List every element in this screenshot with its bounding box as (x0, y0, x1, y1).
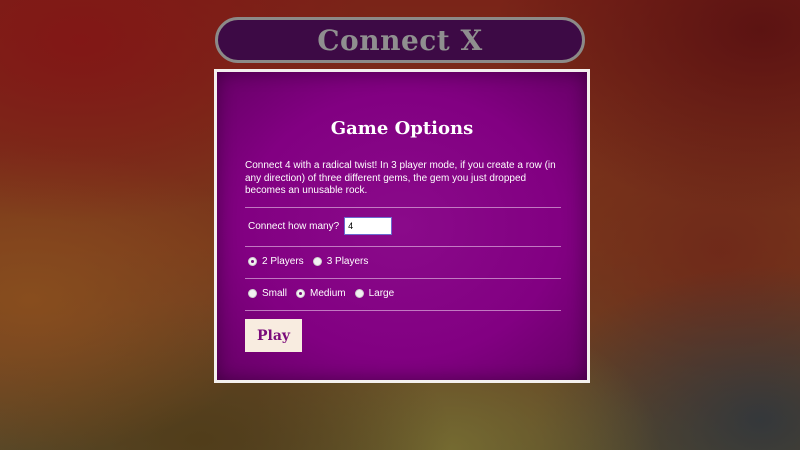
divider (245, 278, 561, 279)
divider (245, 246, 561, 247)
size-large-radio[interactable] (354, 289, 364, 298)
player-count-row: 2 Players 3 Players (248, 256, 377, 267)
connect-count-label: Connect how many? (248, 220, 340, 232)
size-large-label[interactable]: Large (369, 288, 395, 299)
three-players-label[interactable]: 3 Players (327, 256, 369, 267)
options-heading: Game Options (330, 118, 474, 139)
game-options-panel: Game Options Connect 4 with a radical tw… (214, 69, 590, 383)
three-players-radio[interactable] (312, 257, 322, 266)
size-small-label[interactable]: Small (262, 288, 287, 299)
board-size-row: Small Medium Large (248, 288, 403, 299)
game-description: Connect 4 with a radical twist! In 3 pla… (245, 160, 556, 196)
title-bar: Connect X (215, 17, 585, 63)
divider (245, 207, 561, 208)
connect-count-input[interactable] (344, 217, 393, 235)
divider (245, 310, 561, 311)
size-medium-label[interactable]: Medium (310, 288, 346, 299)
game-title: Connect X (317, 23, 483, 57)
size-medium-radio[interactable] (296, 289, 306, 298)
size-small-radio[interactable] (248, 289, 257, 298)
play-button[interactable]: Play (245, 319, 302, 352)
two-players-radio[interactable] (248, 257, 257, 266)
connect-count-row: Connect how many? (248, 217, 393, 235)
two-players-label[interactable]: 2 Players (262, 256, 304, 267)
